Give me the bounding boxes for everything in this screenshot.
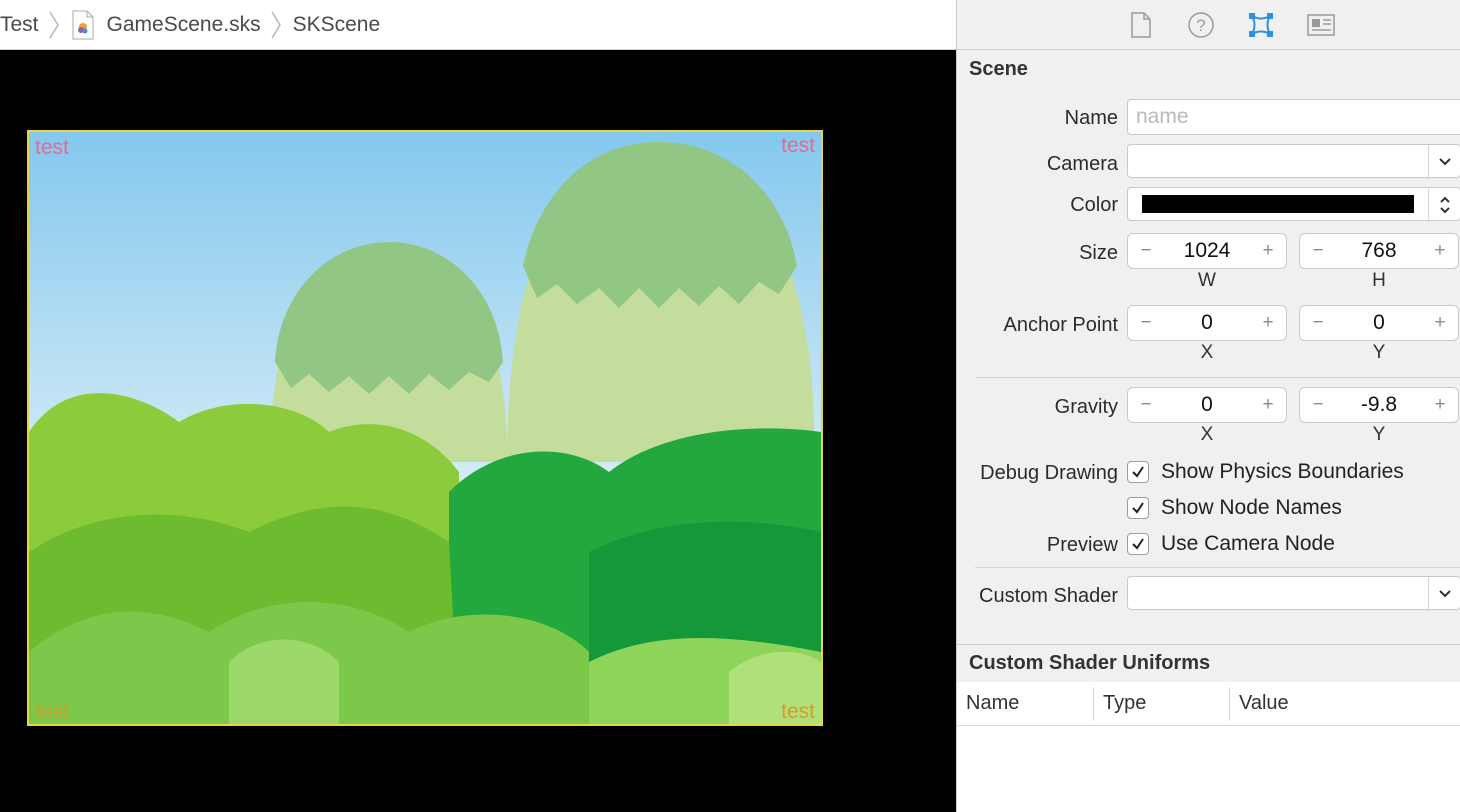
breadcrumb: Test GameScene.sks SKScene (0, 0, 956, 50)
uniforms-section-header: Custom Shader Uniforms (957, 644, 1460, 682)
svg-text:?: ? (1196, 16, 1205, 35)
size-width-stepper[interactable]: − 1024 + (1127, 233, 1287, 269)
custom-shader-popup[interactable] (1127, 576, 1460, 611)
camera-label: Camera (1046, 153, 1118, 175)
test-label-bottom-right[interactable]: test (781, 700, 815, 724)
attributes-inspector: ? Scene Name name Camera Color Size − 10… (956, 0, 1460, 812)
gravity-y-caption: Y (1372, 424, 1386, 445)
quick-help-tab[interactable]: ? (1184, 8, 1218, 42)
test-label-top-right[interactable]: test (781, 134, 815, 158)
checkmark-icon (1127, 461, 1149, 483)
library-tab[interactable] (1304, 8, 1338, 42)
column-header-name[interactable]: Name (957, 687, 1093, 721)
up-down-chevron-icon[interactable] (1428, 188, 1460, 222)
gravity-x-value[interactable]: 0 (1201, 393, 1213, 417)
file-inspector-tab[interactable] (1124, 8, 1158, 42)
checkmark-icon (1127, 497, 1149, 519)
chevron-down-icon (1428, 577, 1460, 611)
size-label: Size (1079, 242, 1118, 264)
decrement-button[interactable]: − (1310, 312, 1326, 334)
size-width-value[interactable]: 1024 (1184, 239, 1231, 263)
column-header-value[interactable]: Value (1229, 686, 1459, 721)
file-icon (1130, 11, 1151, 38)
decrement-button[interactable]: − (1310, 240, 1326, 262)
breadcrumb-label: SKScene (292, 12, 381, 36)
breadcrumb-label: Test (0, 12, 39, 36)
name-label: Name (1064, 107, 1118, 129)
gravity-x-caption: X (1200, 424, 1214, 445)
scene-editor-canvas[interactable]: test test test test (0, 51, 956, 812)
chevron-right-icon (48, 11, 59, 38)
decrement-button[interactable]: − (1310, 394, 1326, 416)
section-title: Scene (969, 58, 1028, 80)
decrement-button[interactable]: − (1138, 240, 1154, 262)
gravity-x-stepper[interactable]: − 0 + (1127, 387, 1287, 423)
gravity-label: Gravity (1054, 396, 1118, 418)
increment-button[interactable]: + (1432, 240, 1448, 262)
chevron-down-icon (1428, 145, 1460, 179)
breadcrumb-item-project[interactable]: Test (0, 0, 71, 49)
show-physics-label: Show Physics Boundaries (1161, 460, 1404, 483)
size-w-caption: W (1198, 270, 1216, 291)
color-swatch (1142, 195, 1414, 213)
show-physics-checkbox[interactable]: Show Physics Boundaries (1127, 460, 1404, 484)
scene-preview[interactable]: test test test test (27, 130, 823, 726)
breadcrumb-item-file[interactable]: GameScene.sks (71, 0, 293, 49)
anchor-x-stepper[interactable]: − 0 + (1127, 305, 1287, 341)
use-camera-node-label: Use Camera Node (1161, 532, 1335, 555)
custom-shader-label: Custom Shader (979, 585, 1118, 607)
increment-button[interactable]: + (1432, 394, 1448, 416)
increment-button[interactable]: + (1260, 240, 1276, 262)
color-label: Color (1070, 194, 1118, 216)
uniforms-table[interactable]: Name Type Value (957, 682, 1460, 812)
test-label-top-left[interactable]: test (35, 136, 69, 160)
breadcrumb-item-node[interactable]: SKScene (293, 0, 381, 49)
gravity-y-stepper[interactable]: − -9.8 + (1299, 387, 1459, 423)
breadcrumb-label: GameScene.sks (106, 12, 261, 36)
name-field[interactable]: name (1127, 99, 1460, 135)
anchor-y-value[interactable]: 0 (1373, 311, 1385, 335)
increment-button[interactable]: + (1432, 312, 1448, 334)
size-height-value[interactable]: 768 (1361, 239, 1396, 263)
table-header-row: Name Type Value (957, 682, 1460, 726)
increment-button[interactable]: + (1260, 394, 1276, 416)
gravity-y-value[interactable]: -9.8 (1361, 393, 1397, 417)
anchor-point-label: Anchor Point (1003, 314, 1118, 336)
test-label-bottom-left[interactable]: test (35, 700, 69, 724)
preview-label: Preview (1046, 534, 1118, 556)
anchor-y-stepper[interactable]: − 0 + (1299, 305, 1459, 341)
sks-file-icon (72, 10, 94, 39)
decrement-button[interactable]: − (1138, 394, 1154, 416)
divider (975, 377, 1460, 378)
size-h-caption: H (1372, 270, 1386, 291)
attributes-inspector-icon (1248, 12, 1273, 37)
inspector-tab-bar: ? (957, 0, 1460, 50)
anchor-x-value[interactable]: 0 (1201, 311, 1213, 335)
uniforms-title: Custom Shader Uniforms (969, 652, 1211, 674)
forest-background-image (29, 132, 821, 724)
use-camera-node-checkbox[interactable]: Use Camera Node (1127, 532, 1335, 556)
anchor-x-caption: X (1200, 342, 1214, 363)
debug-drawing-label: Debug Drawing (980, 462, 1118, 484)
question-mark-icon: ? (1187, 11, 1214, 38)
column-header-type[interactable]: Type (1093, 686, 1229, 721)
show-node-names-checkbox[interactable]: Show Node Names (1127, 496, 1342, 520)
increment-button[interactable]: + (1260, 312, 1276, 334)
name-placeholder: name (1136, 105, 1189, 128)
divider (975, 567, 1460, 568)
decrement-button[interactable]: − (1138, 312, 1154, 334)
library-icon (1306, 13, 1335, 36)
chevron-right-icon (270, 11, 281, 38)
checkmark-icon (1127, 533, 1149, 555)
size-height-stepper[interactable]: − 768 + (1299, 233, 1459, 269)
attributes-inspector-tab[interactable] (1244, 8, 1278, 42)
color-well[interactable] (1127, 187, 1460, 222)
anchor-y-caption: Y (1372, 342, 1386, 363)
camera-popup[interactable] (1127, 144, 1460, 179)
show-node-names-label: Show Node Names (1161, 496, 1342, 519)
